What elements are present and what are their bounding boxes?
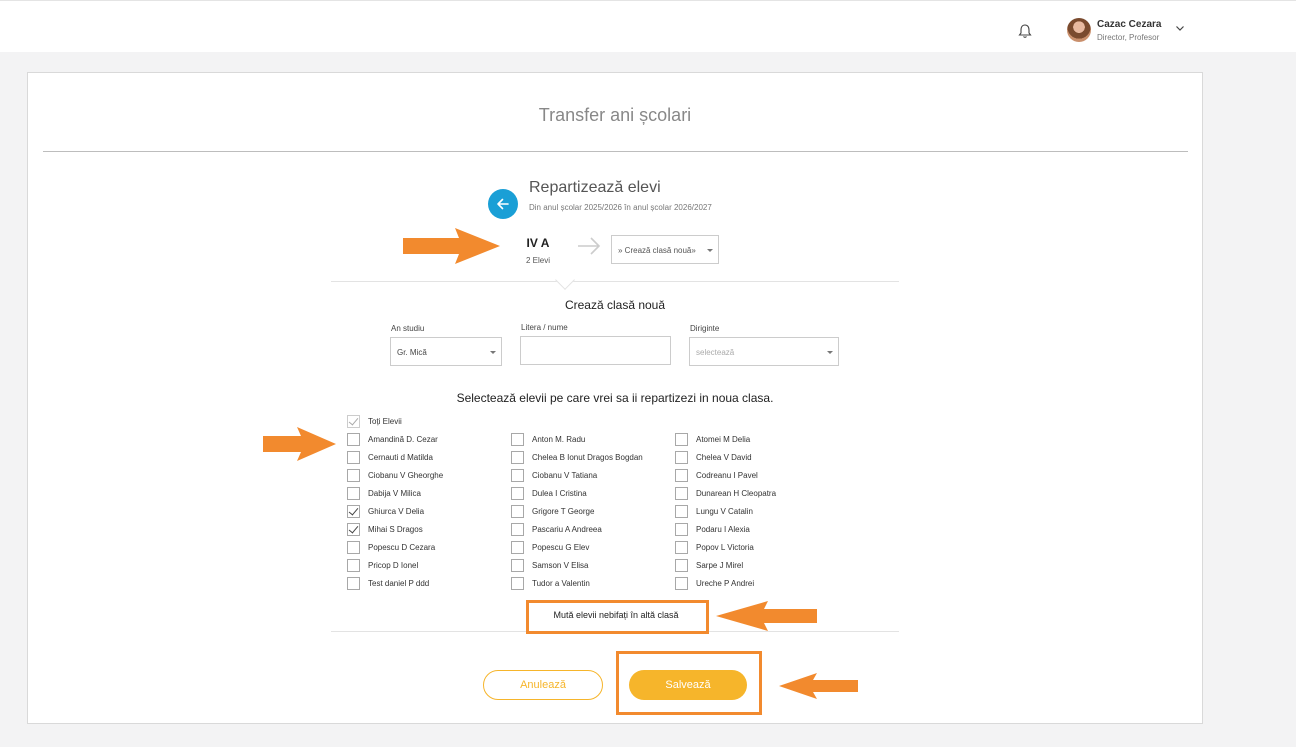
student-name: Codreanu I Pavel [696,471,758,480]
caret-down-icon [827,351,833,354]
diriginte-label: Diriginte [690,324,720,333]
student-checkbox[interactable] [675,433,688,446]
student-checkbox[interactable] [511,433,524,446]
student-name: Amandină D. Cezar [368,435,438,444]
section-title: Repartizează elevi [529,179,661,196]
student-name: Pascariu A Andreea [532,525,602,534]
student-checkbox[interactable] [675,451,688,464]
new-class-title: Crează clasă nouă [564,298,666,312]
avatar[interactable] [1067,18,1091,42]
student-name: Ureche P Andrei [696,579,755,588]
student-checkbox[interactable] [675,559,688,572]
arrow-left-icon [497,198,509,210]
back-button[interactable] [488,189,518,219]
panel-notch [555,270,575,290]
page-title: Transfer ani școlari [538,105,692,125]
student-name: Dulea I Cristina [532,489,587,498]
select-all-checkbox[interactable] [347,415,360,428]
user-name[interactable]: Cazac Cezara [1097,19,1161,30]
annotation-arrow-class [403,228,500,264]
student-name: Atomei M Delia [696,435,751,444]
student-name: Podaru I Alexia [696,525,750,534]
student-checkbox[interactable] [675,577,688,590]
student-name: Chelea B Ionut Dragos Bogdan [532,453,643,462]
student-checkbox[interactable] [511,523,524,536]
annotation-arrow-save [779,673,858,699]
source-class-name: IV A [526,236,550,250]
student-checkbox[interactable] [347,523,360,536]
student-name: Lungu V Catalin [696,507,753,516]
student-name: Dabija V Milica [368,489,421,498]
student-name: Cernauti d Matilda [368,453,433,462]
litera-label: Litera / nume [521,323,568,332]
highlight-box-save [616,651,762,715]
student-checkbox[interactable] [511,469,524,482]
student-checkbox[interactable] [347,451,360,464]
student-name: Ciobanu V Gheorghe [368,471,444,480]
student-checkbox[interactable] [511,577,524,590]
select-students-instruction: Selectează elevii pe care vrei sa ii rep… [456,391,774,405]
student-checkbox[interactable] [347,505,360,518]
litera-input[interactable] [520,336,671,365]
student-checkbox[interactable] [511,559,524,572]
caret-down-icon [490,351,496,354]
student-name: Anton M. Radu [532,435,586,444]
student-name: Ghiurca V Delia [368,507,425,516]
student-name: Sarpe J Mirel [696,561,744,570]
student-checkbox[interactable] [511,541,524,554]
chevron-down-icon[interactable] [1175,23,1185,33]
student-name: Ciobanu V Tatiana [532,471,598,480]
student-name: Popov L Victoria [696,543,754,552]
student-checkbox[interactable] [347,487,360,500]
caret-down-icon [707,249,713,252]
student-checkbox[interactable] [511,487,524,500]
an-studiu-label: An studiu [391,324,425,333]
bell-icon[interactable] [1018,23,1032,39]
annotation-arrow-move [716,601,817,631]
panel-top-divider [331,281,899,282]
student-checkbox[interactable] [347,541,360,554]
student-checkbox[interactable] [675,505,688,518]
source-class-count: 2 Elevi [525,256,550,265]
an-studiu-value: Gr. Mică [397,348,427,357]
select-all-label: Toți Elevii [368,417,402,426]
diriginte-placeholder: selectează [696,348,735,357]
student-checkbox[interactable] [511,451,524,464]
user-role: Director, Profesor [1097,33,1160,42]
source-class: IV A 2 Elevi [514,236,562,265]
student-checkbox[interactable] [675,487,688,500]
student-name: Samson V Elisa [532,561,589,570]
diriginte-select[interactable]: selectează [689,337,839,366]
student-checkbox[interactable] [675,523,688,536]
student-checkbox[interactable] [511,505,524,518]
student-checkbox[interactable] [675,469,688,482]
target-class-select[interactable]: » Crează clasă nouă» [611,235,719,264]
student-name: Tudor a Valentin [532,579,590,588]
annotation-arrow-student [263,427,336,461]
student-checkbox[interactable] [675,541,688,554]
student-name: Chelea V David [696,453,752,462]
student-checkbox[interactable] [347,469,360,482]
student-name: Pricop D Ionel [368,561,419,570]
student-name: Popescu G Elev [532,543,590,552]
cancel-button[interactable]: Anulează [483,670,603,700]
student-name: Grigore T George [532,507,595,516]
an-studiu-select[interactable]: Gr. Mică [390,337,502,366]
arrow-right-icon [578,237,601,255]
section-subtitle: Din anul școlar 2025/2026 în anul școlar… [529,203,712,212]
student-name: Dunarean H Cleopatra [696,489,777,498]
student-checkbox[interactable] [347,433,360,446]
target-class-select-value: » Crează clasă nouă» [618,246,696,255]
title-divider [43,151,1188,152]
student-name: Test daniel P ddd [368,579,430,588]
student-name: Popescu D Cezara [368,543,436,552]
student-checkbox[interactable] [347,559,360,572]
student-name: Mihai S Dragos [368,525,423,534]
top-bar: Cazac Cezara Director, Profesor [0,0,1296,52]
student-checkbox[interactable] [347,577,360,590]
highlight-box-move [526,600,709,634]
